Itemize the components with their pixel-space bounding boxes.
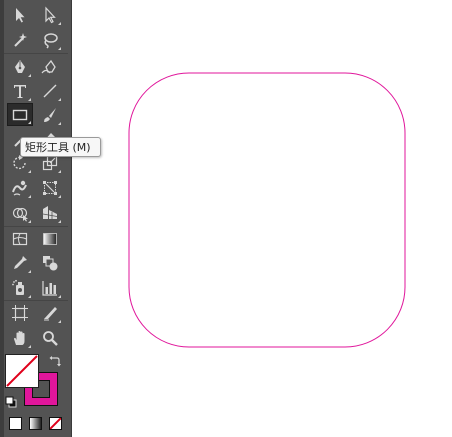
- color-mode-button[interactable]: [9, 417, 22, 430]
- warp-icon: [12, 180, 27, 196]
- more-tools-indicator: [58, 220, 61, 223]
- magic-wand-tool[interactable]: [8, 29, 32, 51]
- more-tools-indicator: [58, 195, 61, 198]
- more-tools-indicator: [58, 295, 61, 298]
- shape-builder-icon: [12, 207, 28, 222]
- gradient-tool[interactable]: [38, 228, 62, 250]
- pen-nib-icon: [15, 60, 25, 73]
- eyedropper-icon: [14, 256, 27, 269]
- more-tools-indicator: [28, 270, 31, 273]
- paintbrush-icon: [44, 108, 56, 122]
- magic-wand-icon: [14, 33, 27, 47]
- more-tools-indicator: [58, 122, 61, 125]
- line-segment-icon: [43, 84, 57, 98]
- more-tools-indicator: [58, 47, 61, 50]
- more-tools-indicator: [58, 170, 61, 173]
- warp-tool[interactable]: [8, 177, 32, 199]
- eyedropper-tool[interactable]: [8, 252, 32, 274]
- perspective-grid-tool[interactable]: [38, 202, 62, 224]
- toolbar-separator: [4, 300, 68, 301]
- more-tools-indicator: [28, 121, 31, 124]
- more-tools-indicator: [28, 170, 31, 173]
- zoom-magnifier-icon: [43, 331, 58, 346]
- shape-builder-tool[interactable]: [8, 202, 32, 224]
- blend-tool[interactable]: [38, 252, 62, 274]
- rectangle-tool[interactable]: [7, 103, 33, 126]
- column-graph-tool[interactable]: [38, 277, 62, 299]
- paintbrush-tool[interactable]: [38, 104, 62, 126]
- blend-icon: [43, 256, 58, 271]
- more-tools-indicator: [28, 345, 31, 348]
- slice-knife-icon: [44, 307, 57, 321]
- swap-fill-stroke-icon[interactable]: [49, 355, 61, 367]
- more-tools-indicator: [28, 74, 31, 77]
- lasso-icon: [44, 33, 58, 49]
- none-slash-icon: [50, 418, 61, 429]
- toolbar-separator: [4, 53, 68, 54]
- hand-icon: [14, 331, 25, 345]
- slice-tool[interactable]: [38, 302, 62, 324]
- more-tools-indicator: [28, 220, 31, 223]
- type-t-icon: [14, 85, 26, 98]
- toolbar-separator: [4, 226, 68, 227]
- artboard-icon: [12, 305, 28, 321]
- tools-panel: [0, 0, 72, 437]
- none-slash-icon: [6, 355, 38, 387]
- curvature-pen-icon: [41, 59, 56, 74]
- more-tools-indicator: [58, 98, 61, 101]
- fill-color-swatch[interactable]: [5, 354, 39, 388]
- more-tools-indicator: [58, 320, 61, 323]
- rectangle-tool-tooltip: 矩形工具 (M): [20, 137, 101, 157]
- selection-arrow-icon: [16, 8, 25, 23]
- gradient-icon: [43, 233, 57, 245]
- zoom-tool[interactable]: [38, 327, 62, 349]
- direct-selection-arrow-icon: [45, 6, 56, 24]
- direct-selection-tool[interactable]: [38, 4, 62, 26]
- symbol-sprayer-icon: [12, 279, 24, 295]
- hand-tool[interactable]: [8, 327, 32, 349]
- none-mode-button[interactable]: [49, 417, 62, 430]
- panel-grip[interactable]: [0, 0, 4, 437]
- type-tool[interactable]: [8, 80, 32, 102]
- more-tools-indicator: [28, 98, 31, 101]
- more-tools-indicator: [58, 22, 61, 25]
- mesh-icon: [12, 232, 28, 246]
- mesh-tool[interactable]: [8, 228, 32, 250]
- default-fill-stroke-icon[interactable]: [5, 396, 17, 408]
- perspective-grid-icon: [42, 206, 58, 219]
- more-tools-indicator: [28, 195, 31, 198]
- free-transform-tool[interactable]: [38, 177, 62, 199]
- curvature-tool[interactable]: [38, 56, 62, 78]
- symbol-sprayer-tool[interactable]: [8, 277, 32, 299]
- pen-tool[interactable]: [8, 56, 32, 78]
- free-transform-icon: [43, 181, 57, 195]
- selection-tool[interactable]: [8, 4, 32, 26]
- gradient-mode-button[interactable]: [29, 417, 42, 430]
- more-tools-indicator: [28, 295, 31, 298]
- line-segment-tool[interactable]: [38, 80, 62, 102]
- artboard-tool[interactable]: [8, 302, 32, 324]
- lasso-tool[interactable]: [38, 29, 62, 51]
- column-graph-icon: [42, 281, 57, 296]
- rectangle-icon: [12, 109, 28, 120]
- rounded-rectangle-shape[interactable]: [128, 72, 406, 348]
